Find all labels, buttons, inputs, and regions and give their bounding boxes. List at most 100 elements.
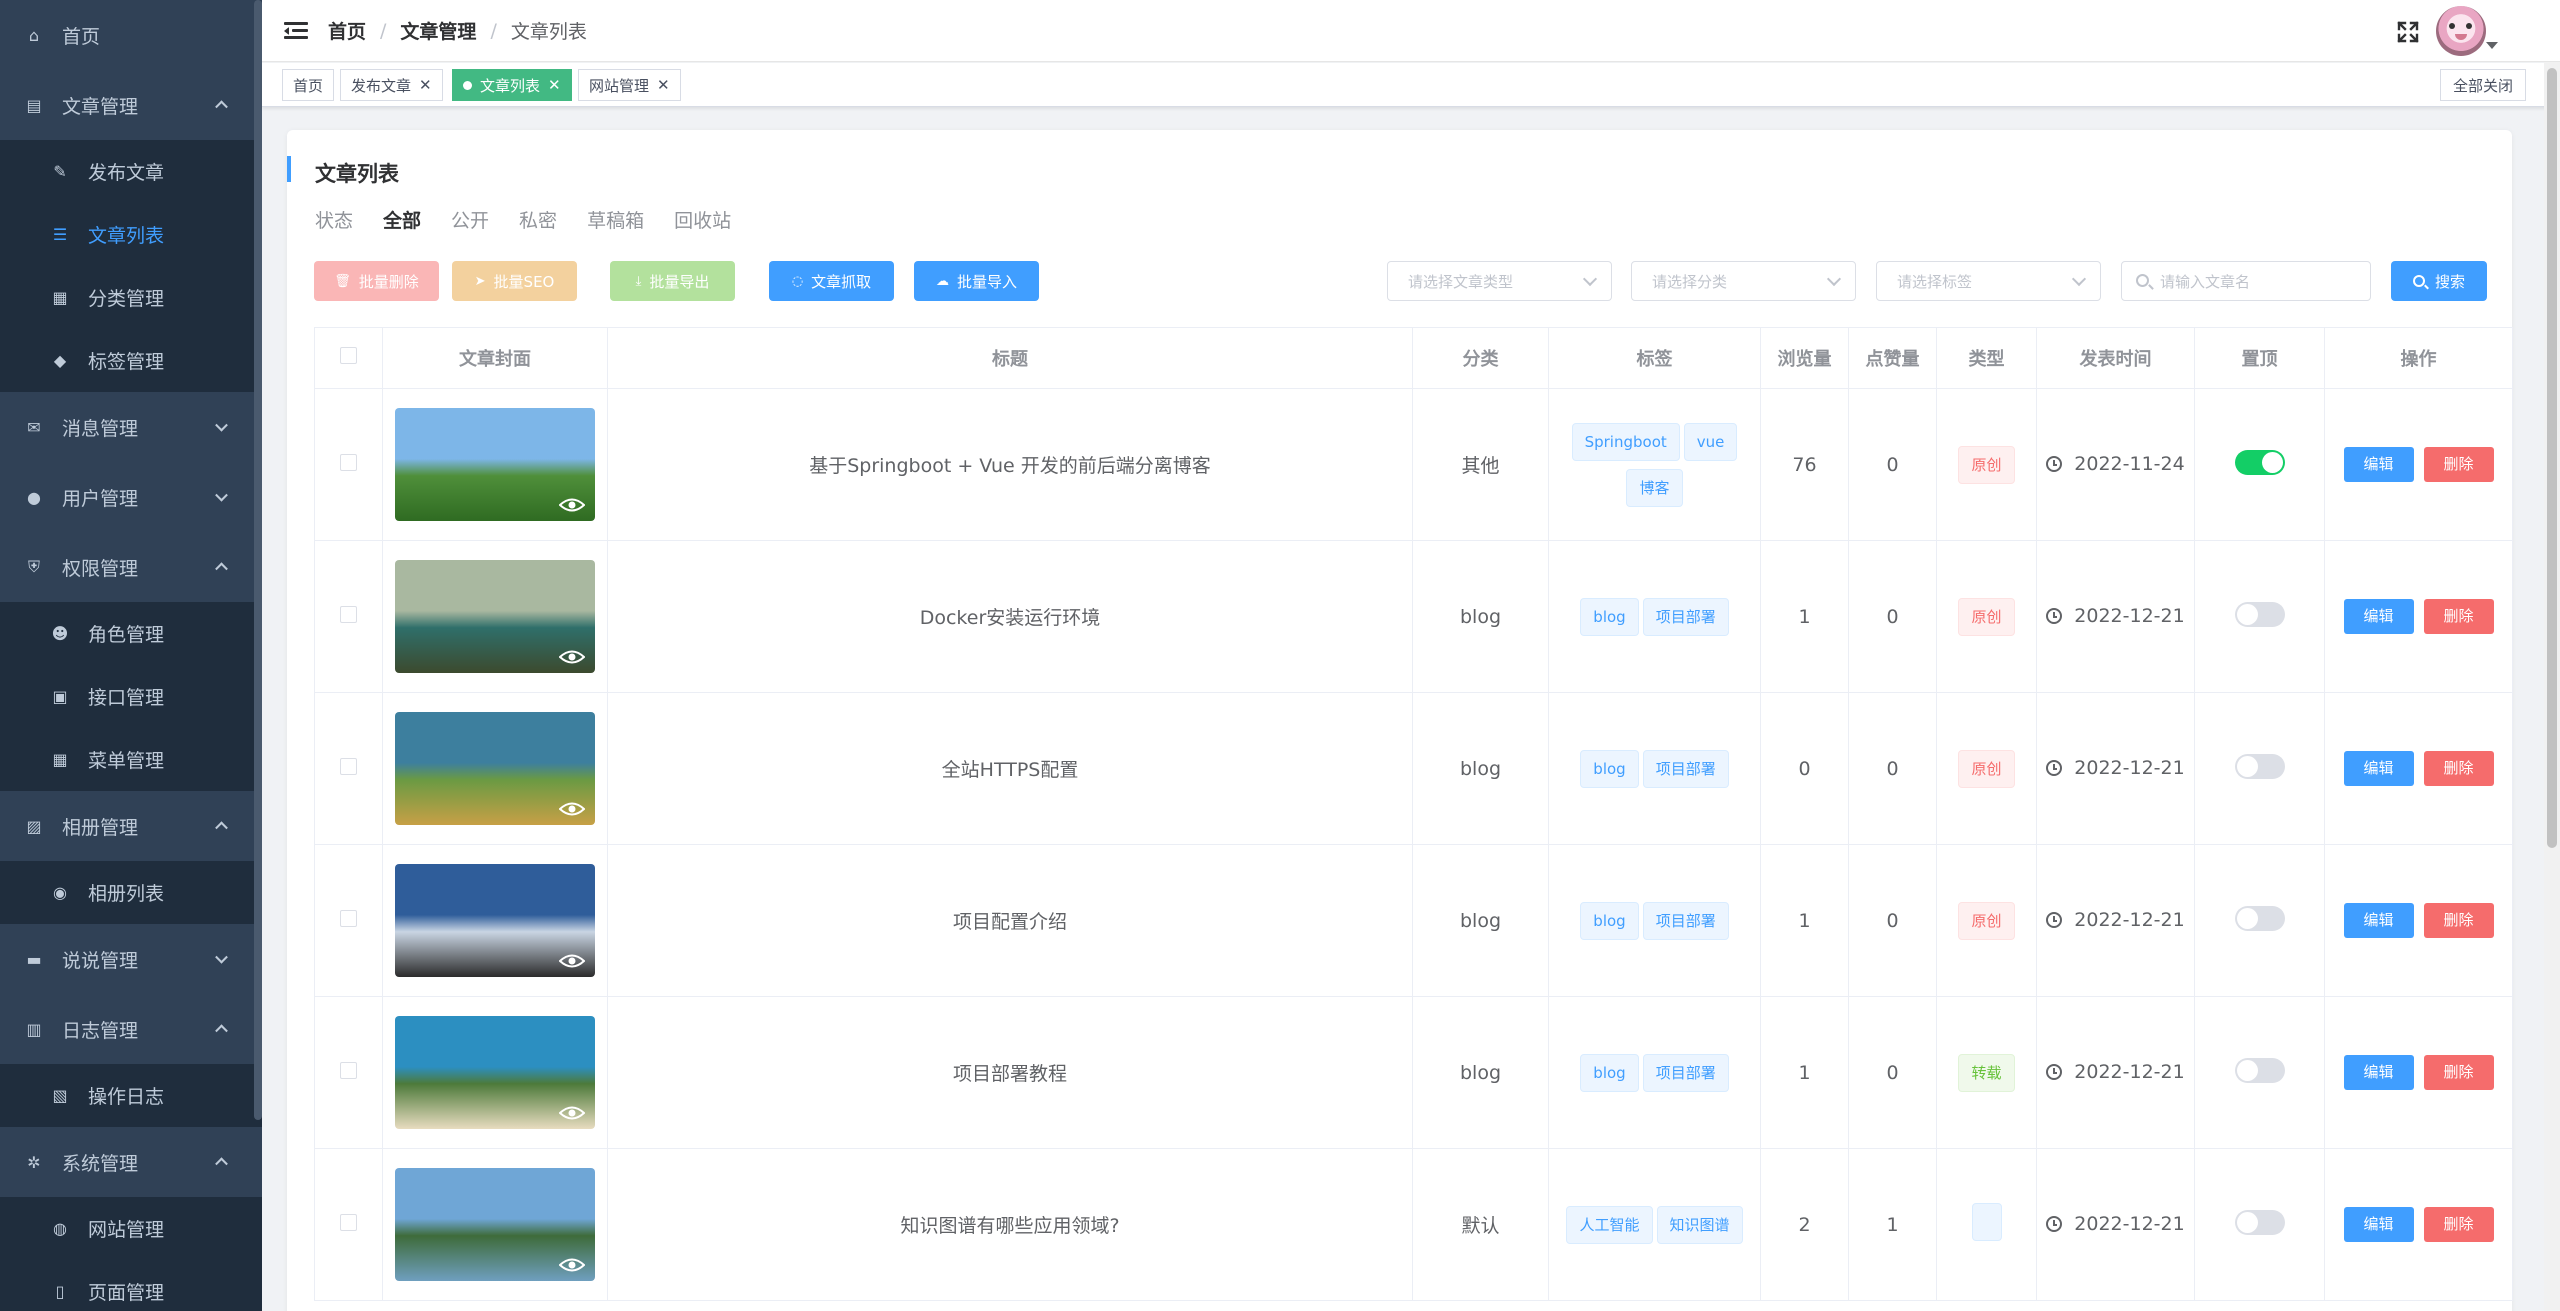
batch-seo-button[interactable]: ➤ 批量SEO	[452, 261, 577, 301]
sidebar-item[interactable]: ▤ 文章管理	[0, 70, 262, 140]
close-icon[interactable]: ✕	[657, 76, 670, 94]
article-name-search-input[interactable]: 请输入文章名	[2121, 261, 2371, 301]
sidebar-item[interactable]: ☰ 文章列表	[0, 203, 262, 266]
edit-button[interactable]: 编辑	[2343, 599, 2414, 634]
top-toggle-switch[interactable]	[2234, 1209, 2285, 1235]
sidebar-item[interactable]: ☻ 角色管理	[0, 602, 262, 665]
eye-icon[interactable]	[559, 801, 585, 817]
tag-website-management[interactable]: 网站管理 ✕	[578, 69, 681, 101]
article-title[interactable]: Docker安装运行环境	[607, 540, 1413, 693]
batch-delete-button[interactable]: 🗑 批量删除	[314, 261, 439, 301]
article-cover-image[interactable]	[395, 560, 595, 673]
edit-button[interactable]: 编辑	[2343, 1207, 2414, 1242]
delete-button[interactable]: 删除	[2423, 1207, 2494, 1242]
hamburger-icon[interactable]	[284, 21, 308, 40]
article-title[interactable]: 全站HTTPS配置	[607, 692, 1413, 845]
sidebar-item[interactable]: ▯ 页面管理	[0, 1260, 262, 1311]
delete-button[interactable]: 删除	[2423, 751, 2494, 786]
avatar[interactable]	[2436, 6, 2486, 56]
row-checkbox[interactable]	[340, 757, 357, 775]
top-toggle-switch[interactable]	[2234, 753, 2285, 779]
sidebar-item-label: 消息管理	[62, 417, 139, 440]
article-cover-image[interactable]	[395, 1168, 595, 1281]
delete-button[interactable]: 删除	[2423, 903, 2494, 938]
article-title[interactable]: 基于Springboot + Vue 开发的前后端分离博客	[607, 388, 1413, 541]
home-icon: ⌂	[28, 25, 40, 45]
sidebar-item[interactable]: ▨ 相册管理	[0, 791, 262, 861]
top-toggle-switch[interactable]	[2234, 905, 2285, 931]
article-title[interactable]: 知识图谱有哪些应用领域?	[607, 1148, 1413, 1301]
sidebar-item[interactable]: ◉ 相册列表	[0, 861, 262, 924]
sidebar-item[interactable]: ▥ 日志管理	[0, 994, 262, 1064]
article-type-select[interactable]: 请选择文章类型	[1387, 261, 1612, 301]
article-table: 文章封面 标题 分类 标签 浏览量 点赞量 类型 发表时间 置顶 操作 基于Sp…	[314, 327, 2513, 1301]
actions-cell: 编辑 删除	[2324, 1148, 2513, 1301]
sidebar-item[interactable]: ▦ 分类管理	[0, 266, 262, 329]
row-checkbox[interactable]	[340, 605, 357, 623]
tag-publish-article[interactable]: 发布文章 ✕	[340, 69, 443, 101]
eye-icon[interactable]	[559, 497, 585, 513]
scrollbar-thumb[interactable]	[2547, 68, 2557, 848]
tag-select[interactable]: 请选择标签	[1876, 261, 2101, 301]
edit-button[interactable]: 编辑	[2343, 903, 2414, 938]
sidebar-item[interactable]: ▧ 操作日志	[0, 1064, 262, 1127]
close-icon[interactable]: ✕	[548, 76, 561, 94]
row-checkbox[interactable]	[340, 909, 357, 927]
eye-icon[interactable]	[559, 1257, 585, 1273]
sidebar-item[interactable]: ✎ 发布文章	[0, 140, 262, 203]
article-cover-image[interactable]	[395, 712, 595, 825]
sidebar-scrollbar[interactable]	[254, 0, 262, 1120]
delete-button[interactable]: 删除	[2423, 447, 2494, 482]
sidebar-item[interactable]: ▬ 说说管理	[0, 924, 262, 994]
crawl-article-button[interactable]: ◌ 文章抓取	[769, 261, 894, 301]
edit-button[interactable]: 编辑	[2343, 1055, 2414, 1090]
sidebar-item[interactable]: ✉ 消息管理	[0, 392, 262, 462]
breadcrumb-item-article-management[interactable]: 文章管理	[400, 17, 476, 44]
status-tab-draft[interactable]: 草稿箱	[587, 206, 644, 233]
top-toggle-switch[interactable]	[2234, 1057, 2285, 1083]
fullscreen-icon[interactable]	[2396, 20, 2420, 44]
close-all-tags-button[interactable]: 全部关闭	[2439, 69, 2526, 101]
eye-icon[interactable]	[559, 649, 585, 665]
tag-home[interactable]: 首页	[282, 69, 335, 101]
top-toggle-switch[interactable]	[2234, 449, 2285, 475]
edit-button[interactable]: 编辑	[2343, 447, 2414, 482]
caret-down-icon[interactable]	[2486, 42, 2498, 49]
eye-icon[interactable]	[559, 1105, 585, 1121]
status-tab-private[interactable]: 私密	[519, 206, 557, 233]
top-toggle-switch[interactable]	[2234, 601, 2285, 627]
tag-article-list[interactable]: 文章列表 ✕	[452, 69, 572, 101]
edit-button[interactable]: 编辑	[2343, 751, 2414, 786]
status-tab-recycle[interactable]: 回收站	[674, 206, 731, 233]
article-cover-image[interactable]	[395, 1016, 595, 1129]
article-title[interactable]: 项目配置介绍	[607, 844, 1413, 997]
batch-import-button[interactable]: ☁ 批量导入	[914, 261, 1039, 301]
breadcrumb-item-home[interactable]: 首页	[328, 17, 366, 44]
status-tab-public[interactable]: 公开	[451, 206, 489, 233]
sidebar-item[interactable]: ▦ 菜单管理	[0, 728, 262, 791]
sidebar-item[interactable]: ◆ 标签管理	[0, 329, 262, 392]
select-all-checkbox[interactable]	[340, 347, 357, 364]
article-category: blog	[1412, 844, 1549, 997]
page-scrollbar[interactable]	[2544, 62, 2560, 1311]
sidebar-item[interactable]: ✲ 系统管理	[0, 1127, 262, 1197]
status-tab-all[interactable]: 全部	[383, 206, 421, 233]
sidebar-item[interactable]: ⛨ 权限管理	[0, 532, 262, 602]
row-checkbox[interactable]	[340, 1213, 357, 1231]
article-cover-image[interactable]	[395, 408, 595, 521]
delete-button[interactable]: 删除	[2423, 599, 2494, 634]
close-icon[interactable]: ✕	[419, 76, 432, 94]
search-button[interactable]: 搜索	[2391, 261, 2487, 301]
row-checkbox[interactable]	[340, 453, 357, 471]
row-checkbox[interactable]	[340, 1061, 357, 1079]
batch-export-button[interactable]: ⤓ 批量导出	[610, 261, 735, 301]
sidebar-item[interactable]: ◍ 网站管理	[0, 1197, 262, 1260]
category-select[interactable]: 请选择分类	[1631, 261, 1856, 301]
delete-button[interactable]: 删除	[2423, 1055, 2494, 1090]
sidebar-item[interactable]: ● 用户管理	[0, 462, 262, 532]
sidebar-item[interactable]: ⌂ 首页	[0, 0, 262, 70]
article-title[interactable]: 项目部署教程	[607, 996, 1413, 1149]
sidebar-item[interactable]: ▣ 接口管理	[0, 665, 262, 728]
eye-icon[interactable]	[559, 953, 585, 969]
article-cover-image[interactable]	[395, 864, 595, 977]
